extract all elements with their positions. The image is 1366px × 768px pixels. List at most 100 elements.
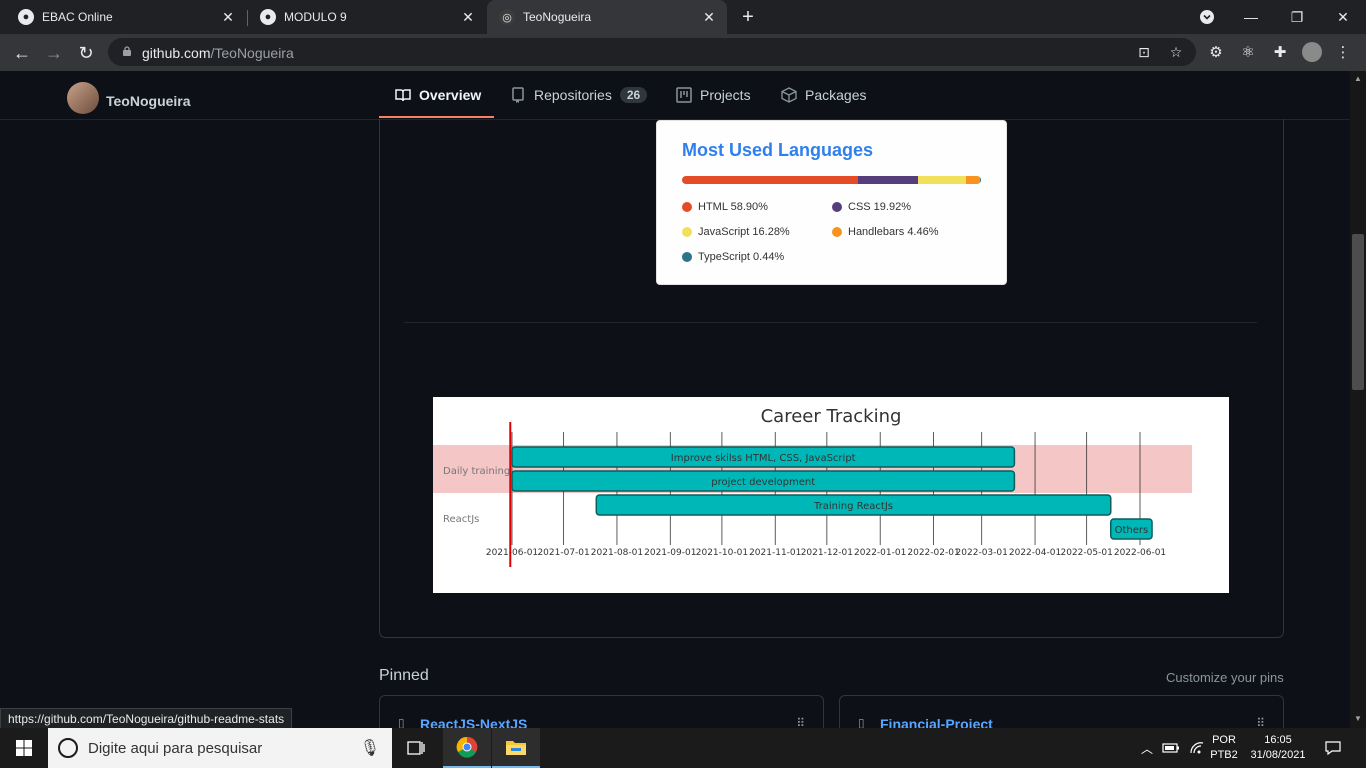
language-color-dot bbox=[682, 227, 692, 237]
search-placeholder: Digite aqui para pesquisar bbox=[88, 740, 263, 757]
address-bar[interactable]: github.com/TeoNogueira ⊡ ☆ bbox=[108, 38, 1196, 66]
taskbar-search-box[interactable]: Digite aqui para pesquisar 🎙 bbox=[48, 728, 392, 768]
x-tick-label: 2021-08-01 bbox=[591, 548, 643, 558]
book-icon bbox=[395, 87, 411, 103]
language-color-dot bbox=[832, 227, 842, 237]
package-icon bbox=[781, 87, 797, 103]
task-view-icon[interactable] bbox=[392, 728, 440, 768]
tab-overview[interactable]: Overview bbox=[395, 85, 481, 105]
language-code: POR bbox=[1212, 734, 1236, 746]
tab-label: Packages bbox=[805, 87, 867, 103]
x-tick-label: 2021-11-01 bbox=[749, 548, 801, 558]
tab-title: MODULO 9 bbox=[284, 10, 347, 24]
x-tick-label: 2022-04-01 bbox=[1009, 548, 1061, 558]
selected-tab-underline bbox=[379, 116, 494, 118]
language-bar-segment bbox=[917, 176, 967, 184]
tab-label: Repositories bbox=[534, 87, 612, 103]
x-tick-label: 2022-05-01 bbox=[1061, 548, 1113, 558]
language-item: Handlebars 4.46% bbox=[832, 226, 939, 238]
react-devtools-icon[interactable]: ⚛ bbox=[1239, 44, 1257, 62]
scrollbar-thumb[interactable] bbox=[1352, 234, 1364, 390]
tab-search-icon[interactable] bbox=[1184, 0, 1230, 34]
link-status-bubble: https://github.com/TeoNogueira/github-re… bbox=[0, 708, 293, 730]
chrome-taskbar-icon[interactable] bbox=[443, 728, 491, 768]
start-button[interactable] bbox=[0, 728, 48, 768]
language-color-dot bbox=[682, 202, 692, 212]
task-label: Improve skilss HTML, CSS, JavaScript bbox=[671, 453, 856, 464]
battery-icon[interactable] bbox=[1160, 728, 1182, 768]
x-tick-label: 2021-10-01 bbox=[696, 548, 748, 558]
language-label: JavaScript 16.28% bbox=[698, 226, 790, 238]
profile-username[interactable]: TeoNogueira bbox=[106, 93, 191, 109]
globe-icon: ● bbox=[18, 9, 34, 25]
browser-tab-modulo[interactable]: ● MODULO 9 ✕ bbox=[248, 0, 486, 34]
x-tick-label: 2021-06-01 bbox=[486, 548, 538, 558]
notifications-icon[interactable] bbox=[1316, 728, 1350, 768]
maximize-button[interactable]: ❐ bbox=[1274, 0, 1320, 34]
lock-icon[interactable] bbox=[122, 46, 132, 56]
language-item: TypeScript 0.44% bbox=[682, 251, 784, 263]
forward-icon[interactable]: → bbox=[42, 41, 66, 65]
file-explorer-taskbar-icon[interactable] bbox=[492, 728, 540, 768]
languages-card-title: Most Used Languages bbox=[682, 140, 874, 160]
browser-toolbar: ← → ↻ github.com/TeoNogueira ⊡ ☆ ⚙ ⚛ ✚ ⋮ bbox=[0, 34, 1366, 71]
windows-logo-icon bbox=[16, 740, 32, 756]
x-tick-label: 2022-06-01 bbox=[1114, 548, 1166, 558]
minimize-button[interactable]: — bbox=[1228, 0, 1274, 34]
profile-avatar-icon[interactable] bbox=[1302, 42, 1322, 62]
show-hidden-icons-icon[interactable]: ︿ bbox=[1138, 728, 1156, 768]
keyboard-layout: PTB2 bbox=[1210, 749, 1238, 761]
input-language-indicator[interactable]: POR PTB2 bbox=[1208, 728, 1240, 768]
most-used-languages-card[interactable]: Most Used Languages HTML 58.90% CSS 19.9… bbox=[656, 120, 1007, 285]
tab-packages[interactable]: Packages bbox=[781, 85, 866, 105]
tab-title: TeoNogueira bbox=[523, 10, 592, 24]
repo-icon bbox=[510, 87, 526, 103]
windows-taskbar: Digite aqui para pesquisar 🎙 ︿ POR PTB2 … bbox=[0, 728, 1366, 768]
tab-title: EBAC Online bbox=[42, 10, 113, 24]
microphone-icon[interactable]: 🎙 bbox=[360, 738, 380, 758]
close-tab-icon[interactable]: ✕ bbox=[220, 9, 236, 25]
language-label: CSS 19.92% bbox=[848, 201, 911, 213]
close-tab-icon[interactable]: ✕ bbox=[460, 9, 476, 25]
task-label: Others bbox=[1115, 525, 1149, 536]
network-icon[interactable] bbox=[1186, 728, 1208, 768]
back-icon[interactable]: ← bbox=[10, 41, 34, 65]
clock-date: 31/08/2021 bbox=[1250, 749, 1306, 761]
cortana-icon bbox=[58, 738, 78, 758]
language-bar-segment bbox=[858, 176, 918, 184]
new-tab-button[interactable]: + bbox=[728, 0, 768, 34]
browser-tab-bar: ● EBAC Online ✕ ● MODULO 9 ✕ ◎ TeoNoguei… bbox=[0, 0, 1366, 34]
language-bar-segment bbox=[979, 176, 981, 184]
reload-icon[interactable]: ↻ bbox=[74, 41, 98, 65]
url-text: github.com/TeoNogueira bbox=[142, 45, 294, 61]
extensions-puzzle-icon[interactable]: ✚ bbox=[1271, 44, 1289, 62]
page-scrollbar[interactable] bbox=[1350, 71, 1366, 728]
x-tick-label: 2022-03-01 bbox=[956, 548, 1008, 558]
scroll-down-arrow-icon[interactable]: ▼ bbox=[1350, 712, 1366, 726]
close-window-button[interactable]: ✕ bbox=[1320, 0, 1366, 34]
close-tab-icon[interactable]: ✕ bbox=[701, 9, 717, 25]
github-profile-nav: TeoNogueira Overview Repositories 26 Pro… bbox=[0, 71, 1350, 120]
bookmark-star-icon[interactable]: ☆ bbox=[1168, 44, 1184, 60]
x-tick-label: 2021-09-01 bbox=[644, 548, 696, 558]
readme-divider bbox=[404, 322, 1257, 323]
tab-repositories[interactable]: Repositories 26 bbox=[510, 85, 648, 105]
language-label: TypeScript 0.44% bbox=[698, 251, 785, 263]
settings-extension-icon[interactable]: ⚙ bbox=[1207, 44, 1225, 62]
customize-pins-link[interactable]: Customize your pins bbox=[1166, 670, 1284, 685]
globe-icon: ● bbox=[260, 9, 276, 25]
avatar[interactable] bbox=[67, 82, 99, 114]
tab-projects[interactable]: Projects bbox=[676, 85, 751, 105]
clock[interactable]: 16:05 31/08/2021 bbox=[1244, 728, 1312, 768]
translate-icon[interactable]: ⊡ bbox=[1136, 44, 1152, 60]
browser-tab-teonogueira[interactable]: ◎ TeoNogueira ✕ bbox=[487, 0, 727, 34]
github-icon: ◎ bbox=[499, 9, 515, 25]
language-color-dot bbox=[832, 202, 842, 212]
tab-label: Overview bbox=[419, 87, 482, 103]
section-label: ReactJs bbox=[443, 514, 479, 525]
language-bar-segment bbox=[966, 176, 980, 184]
x-tick-label: 2022-01-01 bbox=[854, 548, 906, 558]
browser-menu-icon[interactable]: ⋮ bbox=[1334, 44, 1352, 62]
browser-tab-ebac[interactable]: ● EBAC Online ✕ bbox=[0, 0, 246, 34]
scroll-up-arrow-icon[interactable]: ▲ bbox=[1350, 72, 1366, 86]
